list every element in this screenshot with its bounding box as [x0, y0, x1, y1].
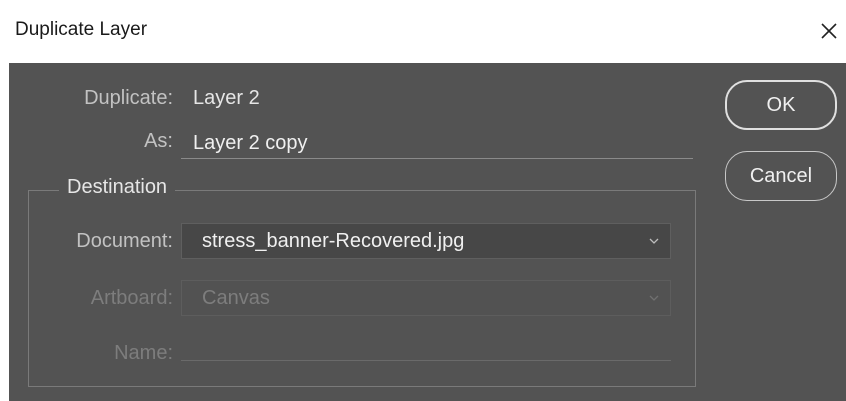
document-select-value: stress_banner-Recovered.jpg	[202, 230, 465, 252]
as-input[interactable]: Layer 2 copy	[181, 127, 693, 159]
as-label: As:	[144, 130, 173, 152]
ok-button[interactable]: OK	[725, 80, 837, 130]
chevron-down-icon	[649, 238, 659, 244]
chevron-down-icon	[649, 295, 659, 301]
title-bar: Duplicate Layer	[0, 0, 846, 63]
dialog-title: Duplicate Layer	[15, 19, 148, 40]
artboard-select-value: Canvas	[202, 287, 270, 309]
document-label: Document:	[76, 230, 173, 252]
name-label: Name:	[114, 342, 173, 364]
duplicate-value: Layer 2	[193, 87, 260, 109]
artboard-select: Canvas	[181, 280, 671, 316]
close-button[interactable]	[816, 18, 842, 44]
dialog-body: Duplicate: Layer 2 As: Layer 2 copy Dest…	[9, 63, 846, 401]
destination-legend: Destination	[59, 176, 176, 199]
name-input	[181, 329, 671, 361]
cancel-button[interactable]: Cancel	[725, 151, 837, 201]
document-select[interactable]: stress_banner-Recovered.jpg	[181, 223, 671, 259]
duplicate-label: Duplicate:	[84, 87, 173, 109]
artboard-label: Artboard:	[90, 287, 173, 309]
close-icon	[821, 23, 837, 39]
duplicate-layer-dialog: Duplicate Layer Duplicate: Layer 2 As: L…	[0, 0, 846, 401]
